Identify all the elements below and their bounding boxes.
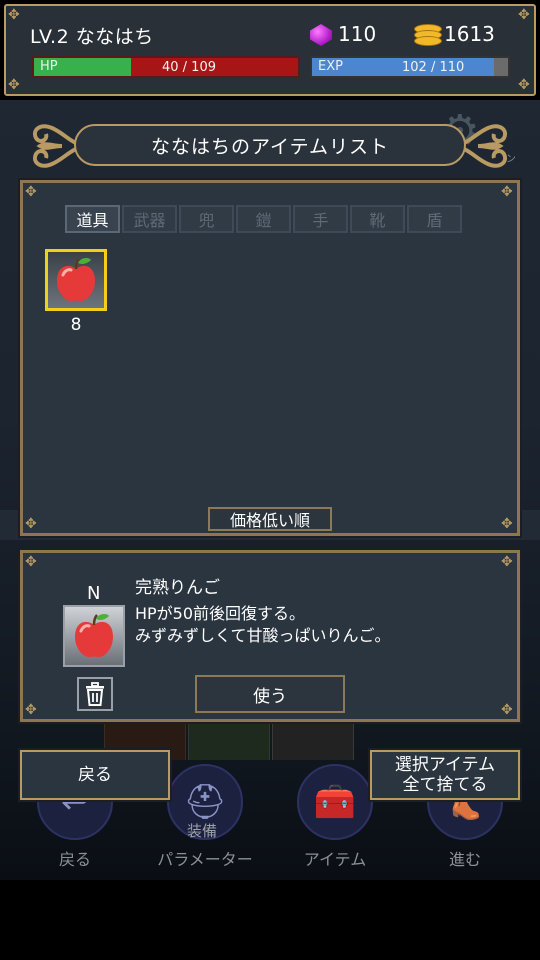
background-card [188,722,270,764]
player-level-name: LV.2 ななはち [30,26,154,48]
item-list-title: ななはちのアイテムリスト [74,124,466,166]
tab-boots[interactable]: 靴 [350,205,405,233]
item-frame-selected[interactable] [45,249,107,311]
exp-bar: EXP 102 / 110 [310,56,510,78]
item-description: HPが50前後回復する。 みずみずしくて甘酸っぱいりんご。 [135,604,391,645]
tab-shield[interactable]: 盾 [407,205,462,233]
sort-button[interactable]: 価格低い順 [208,507,332,531]
corner-ornament: ✥ [501,702,513,718]
corner-ornament: ✥ [501,554,513,570]
exp-label: EXP [318,59,343,74]
corner-ornament: ✥ [25,516,37,532]
back-button[interactable]: 戻る [18,748,172,802]
item-detail-panel: ✥ ✥ ✥ ✥ N 完熟りんご HPが50前後回復する。 みずみずしくて甘酸っぱ… [18,548,522,724]
hp-bar: HP 40 / 109 [32,56,300,78]
tab-tools[interactable]: 道具 [65,205,120,233]
tab-armor[interactable]: 鎧 [236,205,291,233]
corner-ornament: ✥ [518,7,530,23]
use-button[interactable]: 使う [195,675,345,713]
corner-ornament: ✥ [8,77,20,93]
hp-label: HP [40,59,58,74]
item-name: 完熟りんご [135,578,220,598]
gem-icon [310,24,332,46]
corner-ornament: ✥ [518,77,530,93]
gem-count: 110 [338,22,377,46]
corner-ornament: ✥ [25,702,37,718]
discard-selected-button[interactable]: 選択アイテム 全て捨てる [368,748,522,802]
corner-ornament: ✥ [25,554,37,570]
coin-icon [414,24,442,46]
apple-icon [75,614,113,658]
dock-forward-label: 進む [448,850,481,869]
coin-count: 1613 [444,22,495,46]
toolbox-icon: 🧰 [297,764,373,840]
corner-ornament: ✥ [25,184,37,200]
trash-button[interactable] [77,677,113,711]
item-rarity: N [87,583,101,604]
trash-icon [86,682,104,706]
item-list-panel: ✥ ✥ ✥ ✥ 道具 武器 兜 鎧 手 靴 盾 8 価格低い順 [18,178,522,538]
dock-equip-label: 装備 [187,822,218,840]
detail-item-frame [63,605,125,667]
tab-gloves[interactable]: 手 [293,205,348,233]
item-slot[interactable]: 8 [45,249,113,335]
game-screen: ⚙ ン ↩ 戻る ⛑ パラメーター 装備 🧰 アイテム 👢 進む ✥ ✥ ✥ ✥… [0,0,540,960]
corner-ornament: ✥ [8,7,20,23]
dock-back-label: 戻る [58,850,91,869]
hp-value: 40 / 109 [162,60,216,75]
corner-ornament: ✥ [501,184,513,200]
corner-ornament: ✥ [501,516,513,532]
status-header: ✥ ✥ ✥ ✥ LV.2 ななはち 110 1613 HP 40 / 109 E… [4,4,536,96]
tab-helmet[interactable]: 兜 [179,205,234,233]
apple-icon [57,258,95,302]
dock-parameter-label: パラメーター [157,850,253,869]
tab-weapon[interactable]: 武器 [122,205,177,233]
category-tabs: 道具 武器 兜 鎧 手 靴 盾 [65,205,462,233]
background-card [272,722,354,764]
exp-value: 102 / 110 [402,60,465,75]
item-quantity: 8 [70,315,82,335]
dock-item-label: アイテム [303,850,367,869]
